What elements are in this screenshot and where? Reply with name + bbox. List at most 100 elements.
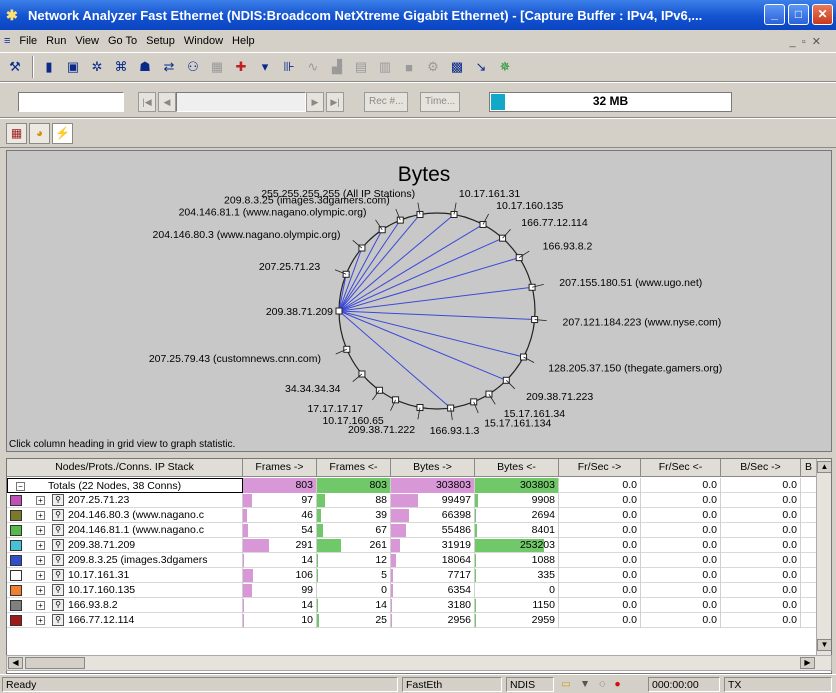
col-frames-out[interactable]: Frames ->: [243, 459, 317, 477]
network-icon[interactable]: ⌘: [110, 56, 132, 78]
menu-run[interactable]: Run: [46, 35, 66, 47]
horizontal-scrollbar[interactable]: ◀ ▶: [6, 655, 832, 671]
minimize-button[interactable]: _: [764, 4, 785, 25]
monitor-icon[interactable]: ▣: [62, 56, 84, 78]
menu-goto[interactable]: Go To: [108, 35, 137, 47]
table-row[interactable]: + ⚲ 10.17.160.135 99 0 6354 0 0.0 0.0 0.0: [7, 583, 831, 598]
col-bytes-in[interactable]: Bytes <-: [475, 459, 559, 477]
col-frames-in[interactable]: Frames <-: [317, 459, 391, 477]
last-frame-button[interactable]: ▶|: [326, 92, 344, 112]
cell-value: 0.0: [702, 599, 717, 611]
capture-field[interactable]: [18, 92, 124, 112]
expert-icon[interactable]: ✵: [494, 56, 516, 78]
cell-bytes-in: 253203: [475, 538, 559, 553]
table-row[interactable]: + ⚲ 209.38.71.209 291 261 31919 253203 0.0 0.0 0.…: [7, 538, 831, 553]
buffer-size: 32 MB: [592, 94, 629, 108]
collapse-icon[interactable]: −: [16, 482, 25, 491]
dropdown-icon[interactable]: ▾: [254, 56, 276, 78]
table-row[interactable]: + ⚲ 166.77.12.114 10 25 2956 2959 0.0 0.0 0.0: [7, 613, 831, 628]
maximize-button[interactable]: □: [788, 4, 809, 25]
filter-status-icon[interactable]: ▼: [580, 678, 590, 690]
first-frame-button[interactable]: |◀: [138, 92, 156, 112]
expand-icon[interactable]: +: [36, 601, 45, 610]
cell-frs-in: 0.0: [641, 613, 721, 628]
expand-icon[interactable]: +: [36, 586, 45, 595]
mdi-controls[interactable]: _ ▫ ✕: [790, 35, 821, 48]
expand-icon[interactable]: +: [36, 616, 45, 625]
menu-view[interactable]: View: [75, 35, 99, 47]
col-nodes[interactable]: Nodes/Prots./Conns. IP Stack: [7, 459, 243, 477]
expand-icon[interactable]: +: [36, 571, 45, 580]
totals-row[interactable]: − Totals (22 Nodes, 38 Conns) 803 803 303803…: [7, 478, 831, 493]
settings-icon[interactable]: ⚙: [422, 56, 444, 78]
chart-icon[interactable]: ▟: [326, 56, 348, 78]
matrix-icon[interactable]: ▤: [350, 56, 372, 78]
expand-icon[interactable]: +: [36, 511, 45, 520]
table-row[interactable]: + ⚲ 204.146.80.3 (www.nagano.c 46 39 66398 269…: [7, 508, 831, 523]
node-marker[interactable]: [396, 216, 404, 224]
node-cell: + ⚲ 10.17.160.135: [7, 583, 243, 598]
vertical-scrollbar[interactable]: ▲ ▼: [816, 459, 831, 659]
node-marker[interactable]: [485, 390, 493, 398]
scroll-left-icon[interactable]: ◀: [8, 657, 23, 669]
cell-frs-out: 0.0: [559, 583, 641, 598]
stop-icon[interactable]: ▮: [38, 56, 60, 78]
record-number-button[interactable]: Rec #...: [364, 92, 409, 112]
center-node-marker[interactable]: [335, 307, 343, 315]
col-bytes-out[interactable]: Bytes ->: [391, 459, 475, 477]
expand-icon[interactable]: +: [36, 541, 45, 550]
scroll-down-icon[interactable]: ▼: [817, 639, 831, 651]
host-icon[interactable]: ⚇: [182, 56, 204, 78]
expand-icon[interactable]: +: [36, 526, 45, 535]
menu-window[interactable]: Window: [184, 35, 223, 47]
scroll-right-icon[interactable]: ▶: [800, 657, 815, 669]
filter-icon[interactable]: ✲: [86, 56, 108, 78]
node-label: 128.205.37.150 (thegate.gamers.org): [548, 362, 722, 374]
cell-value: 0.0: [782, 614, 797, 626]
next-frame-button[interactable]: ▶: [306, 92, 324, 112]
wave-icon[interactable]: ∿: [302, 56, 324, 78]
frame-slider[interactable]: [176, 92, 306, 112]
station-icon[interactable]: ☗: [134, 56, 156, 78]
table-row[interactable]: + ⚲ 209.8.3.25 (images.3dgamers 14 12 18064 10…: [7, 553, 831, 568]
refresh-icon[interactable]: ◌: [599, 678, 605, 690]
graph-icon[interactable]: ⊪: [278, 56, 300, 78]
cell-frs-out: 0.0: [559, 523, 641, 538]
lock-icon[interactable]: ■: [398, 56, 420, 78]
decode-icon[interactable]: ↘: [470, 56, 492, 78]
traffic-map-icon[interactable]: ⚡: [52, 122, 73, 144]
expand-icon[interactable]: +: [36, 496, 45, 505]
table-row[interactable]: + ⚲ 166.93.8.2 14 14 3180 1150 0.0 0.0 0.0: [7, 598, 831, 613]
col-more[interactable]: B: [801, 459, 817, 477]
pie-view-icon[interactable]: ◕: [29, 122, 50, 144]
color-swatch: [10, 615, 22, 626]
table-row[interactable]: + ⚲ 207.25.71.23 97 88 99497 9908 0.0 0.0 0.0: [7, 493, 831, 508]
menu-setup[interactable]: Setup: [146, 35, 175, 47]
display-icon[interactable]: ▩: [446, 56, 468, 78]
table-row[interactable]: + ⚲ 204.146.81.1 (www.nagano.c 54 67 55486 840…: [7, 523, 831, 538]
time-button[interactable]: Time...: [420, 92, 461, 112]
cell-value: 0.0: [622, 599, 637, 611]
folder-icon[interactable]: ▭: [561, 678, 571, 690]
table-row[interactable]: + ⚲ 10.17.161.31 106 5 7717 335 0.0 0.0 0.0: [7, 568, 831, 583]
protocol-icon[interactable]: ⇄: [158, 56, 180, 78]
close-button[interactable]: ✕: [812, 4, 833, 25]
record-icon[interactable]: ●: [614, 678, 620, 690]
table-icon[interactable]: ▦: [206, 56, 228, 78]
bars-icon[interactable]: ▥: [374, 56, 396, 78]
alarm-icon[interactable]: ✚: [230, 56, 252, 78]
scroll-up-icon[interactable]: ▲: [817, 461, 831, 473]
grid-view-icon[interactable]: ▦: [6, 122, 27, 144]
cell-value: 0.0: [702, 584, 717, 596]
col-bsec-out[interactable]: B/Sec ->: [721, 459, 801, 477]
prev-frame-button[interactable]: ◀: [158, 92, 176, 112]
value-bar: [243, 509, 248, 522]
menu-file[interactable]: File: [19, 35, 37, 47]
scroll-thumb[interactable]: [25, 657, 85, 669]
capture-icon[interactable]: ⚒: [4, 56, 26, 78]
cell-value: 303803: [519, 479, 555, 491]
menu-help[interactable]: Help: [232, 35, 255, 47]
expand-icon[interactable]: +: [36, 556, 45, 565]
col-frsec-out[interactable]: Fr/Sec ->: [559, 459, 641, 477]
col-frsec-in[interactable]: Fr/Sec <-: [641, 459, 721, 477]
